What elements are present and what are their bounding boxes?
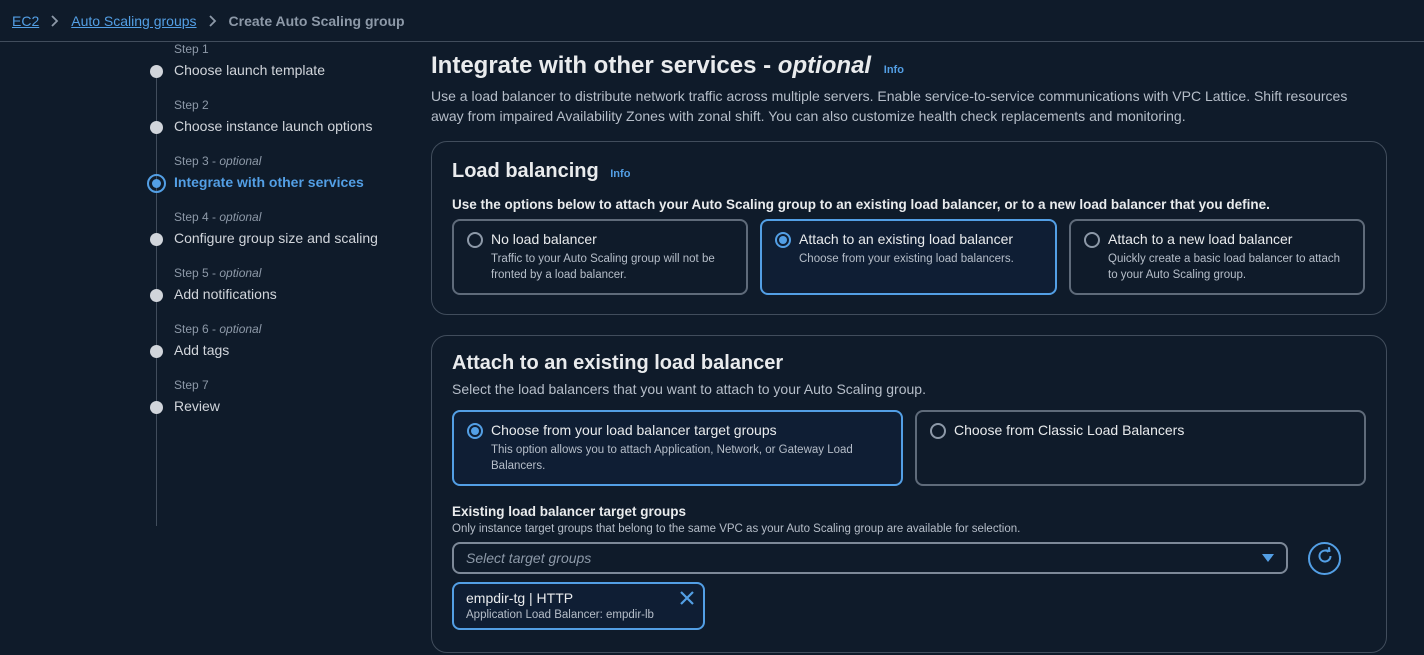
page-title: Integrate with other services - optional… [431, 52, 904, 80]
step-dot [150, 401, 163, 414]
select-placeholder: Select target groups [466, 550, 592, 566]
load-balancing-info-link[interactable]: Info [610, 168, 630, 180]
option-label: No load balancer [491, 231, 597, 247]
step-number: Step 2 [174, 98, 209, 112]
option-label: Choose from your load balancer target gr… [491, 422, 777, 438]
step-optional: optional [219, 154, 262, 168]
page-title-text: Integrate with other services - [431, 52, 778, 79]
step-dot [150, 233, 163, 246]
option-label: Attach to an existing load balancer [799, 231, 1014, 247]
step-dot [150, 345, 163, 358]
no-load-balancer-option[interactable]: No load balancer Traffic to your Auto Sc… [452, 219, 748, 295]
page-description: Use a load balancer to distribute networ… [431, 88, 1348, 124]
token-description: Application Load Balancer: empdir-lb [466, 609, 654, 621]
load-balancing-title: Load balancing Info [452, 160, 630, 183]
chevron-right-icon [208, 14, 217, 27]
close-icon[interactable] [679, 590, 695, 611]
caret-down-icon [1262, 554, 1274, 562]
step-optional: optional [219, 210, 262, 224]
step-title[interactable]: Integrate with other services [174, 174, 364, 190]
refresh-icon [1315, 546, 1335, 571]
step-optional: optional [219, 322, 262, 336]
step-number: Step 6 - [174, 322, 220, 336]
load-balancing-instruction: Use the options below to attach your Aut… [452, 197, 1270, 212]
breadcrumb-ec2-link[interactable]: EC2 [12, 13, 39, 29]
step-optional: optional [219, 266, 262, 280]
step-1[interactable]: Step 1 Choose launch template [148, 42, 408, 98]
step-number: Step 4 - [174, 210, 220, 224]
step-title[interactable]: Configure group size and scaling [174, 230, 378, 246]
load-balancing-card: Load balancing Info Use the options belo… [431, 141, 1387, 315]
step-5[interactable]: Step 5 - optional Add notifications [148, 266, 408, 322]
target-groups-description: Only instance target groups that belong … [452, 523, 1021, 535]
breadcrumb-current: Create Auto Scaling group [228, 12, 405, 29]
classic-load-balancers-option[interactable]: Choose from Classic Load Balancers [915, 410, 1366, 486]
radio-button-selected[interactable] [467, 423, 483, 439]
step-title[interactable]: Choose launch template [174, 62, 325, 78]
step-4[interactable]: Step 4 - optional Configure group size a… [148, 210, 408, 266]
chevron-right-icon [51, 14, 59, 27]
target-groups-select[interactable]: Select target groups [452, 542, 1288, 574]
step-6[interactable]: Step 6 - optional Add tags [148, 322, 408, 378]
attach-new-load-balancer-option[interactable]: Attach to a new load balancer Quickly cr… [1069, 219, 1365, 295]
breadcrumb: EC2 Auto Scaling groups Create Auto Scal… [0, 0, 1424, 42]
step-dot [150, 65, 163, 78]
step-2[interactable]: Step 2 Choose instance launch options [148, 98, 408, 154]
option-description: Quickly create a basic load balancer to … [1108, 253, 1341, 281]
target-groups-option[interactable]: Choose from your load balancer target gr… [452, 410, 903, 486]
token-title: empdir-tg | HTTP [466, 590, 574, 606]
attach-existing-title: Attach to an existing load balancer [452, 352, 784, 374]
step-3[interactable]: Step 3 - optional Integrate with other s… [147, 154, 408, 210]
refresh-button[interactable] [1308, 542, 1341, 575]
attach-existing-card: Attach to an existing load balancer Sele… [431, 335, 1387, 653]
option-label: Attach to a new load balancer [1108, 231, 1293, 247]
step-dot [150, 121, 163, 134]
breadcrumb-asg-link[interactable]: Auto Scaling groups [71, 13, 196, 29]
target-groups-label: Existing load balancer target groups [452, 504, 687, 519]
step-dot [150, 289, 163, 302]
step-number: Step 7 [174, 378, 209, 392]
attach-existing-load-balancer-option[interactable]: Attach to an existing load balancer Choo… [760, 219, 1057, 295]
step-dot-active [147, 174, 166, 193]
selected-target-group-token: empdir-tg | HTTP Application Load Balanc… [452, 582, 705, 630]
option-description: Choose from your existing load balancers… [799, 253, 1014, 265]
step-title[interactable]: Choose instance launch options [174, 118, 372, 134]
step-number: Step 5 - [174, 266, 220, 280]
radio-button[interactable] [1084, 232, 1100, 248]
radio-button[interactable] [930, 423, 946, 439]
option-description: This option allows you to attach Applica… [491, 444, 853, 472]
step-7[interactable]: Step 7 Review [148, 378, 408, 434]
step-number: Step 3 - [174, 154, 220, 168]
radio-button[interactable] [467, 232, 483, 248]
radio-button-selected[interactable] [775, 232, 791, 248]
load-balancing-title-text: Load balancing [452, 160, 599, 182]
step-number: Step 1 [174, 42, 209, 56]
page-title-optional: optional [777, 52, 872, 79]
attach-existing-subtitle: Select the load balancers that you want … [452, 381, 926, 397]
page-info-link[interactable]: Info [884, 64, 904, 76]
option-description: Traffic to your Auto Scaling group will … [491, 253, 715, 281]
step-title[interactable]: Add notifications [174, 286, 277, 302]
step-title[interactable]: Add tags [174, 342, 229, 358]
option-label: Choose from Classic Load Balancers [954, 422, 1185, 438]
step-title[interactable]: Review [174, 398, 220, 414]
